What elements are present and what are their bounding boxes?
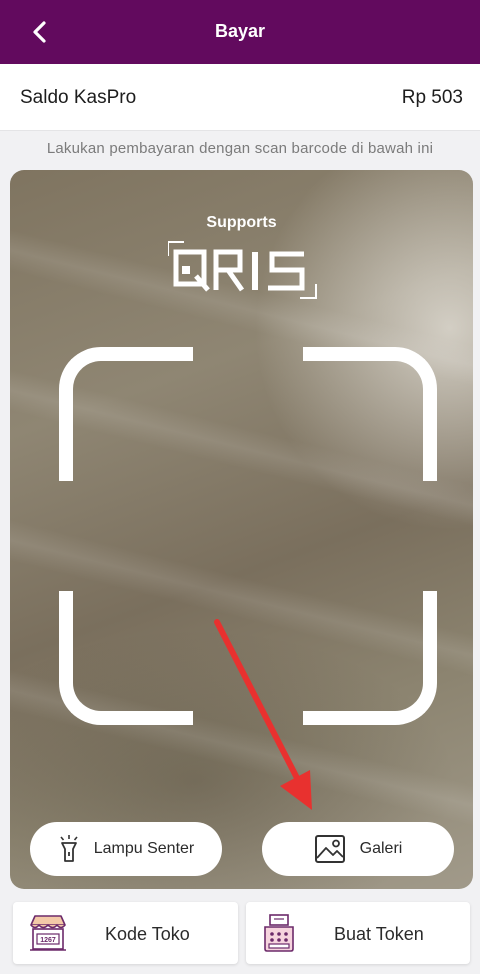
page-title: Bayar bbox=[214, 21, 266, 41]
store-icon: 1267 bbox=[30, 915, 66, 951]
create-token-label: Buat Token bbox=[334, 924, 424, 944]
app-header: Bayar bbox=[0, 0, 480, 64]
balance-label: Saldo KasPro bbox=[20, 87, 137, 108]
cash-register-icon bbox=[264, 914, 294, 952]
red-arrow-annotation bbox=[214, 619, 312, 810]
balance-row: Saldo KasPro Rp 503 bbox=[0, 64, 480, 131]
store-icon-number: 1267 bbox=[40, 937, 56, 944]
flashlight-button[interactable]: Lampu Senter bbox=[30, 822, 222, 876]
gallery-label: Galeri bbox=[359, 840, 403, 857]
create-token-button[interactable]: Buat Token bbox=[246, 902, 470, 964]
image-gallery-icon bbox=[314, 835, 345, 863]
store-code-label: Kode Toko bbox=[105, 924, 190, 944]
balance-value: Rp 503 bbox=[401, 87, 463, 108]
flashlight-icon bbox=[60, 835, 78, 862]
store-code-button[interactable]: 1267 Kode Toko bbox=[13, 902, 238, 964]
flashlight-label: Lampu Senter bbox=[93, 840, 195, 857]
gallery-button[interactable]: Galeri bbox=[262, 822, 454, 876]
scan-instruction: Lakukan pembayaran dengan scan barcode d… bbox=[46, 140, 434, 157]
camera-preview: Supports Lampu Senter Galeri bbox=[10, 170, 473, 889]
